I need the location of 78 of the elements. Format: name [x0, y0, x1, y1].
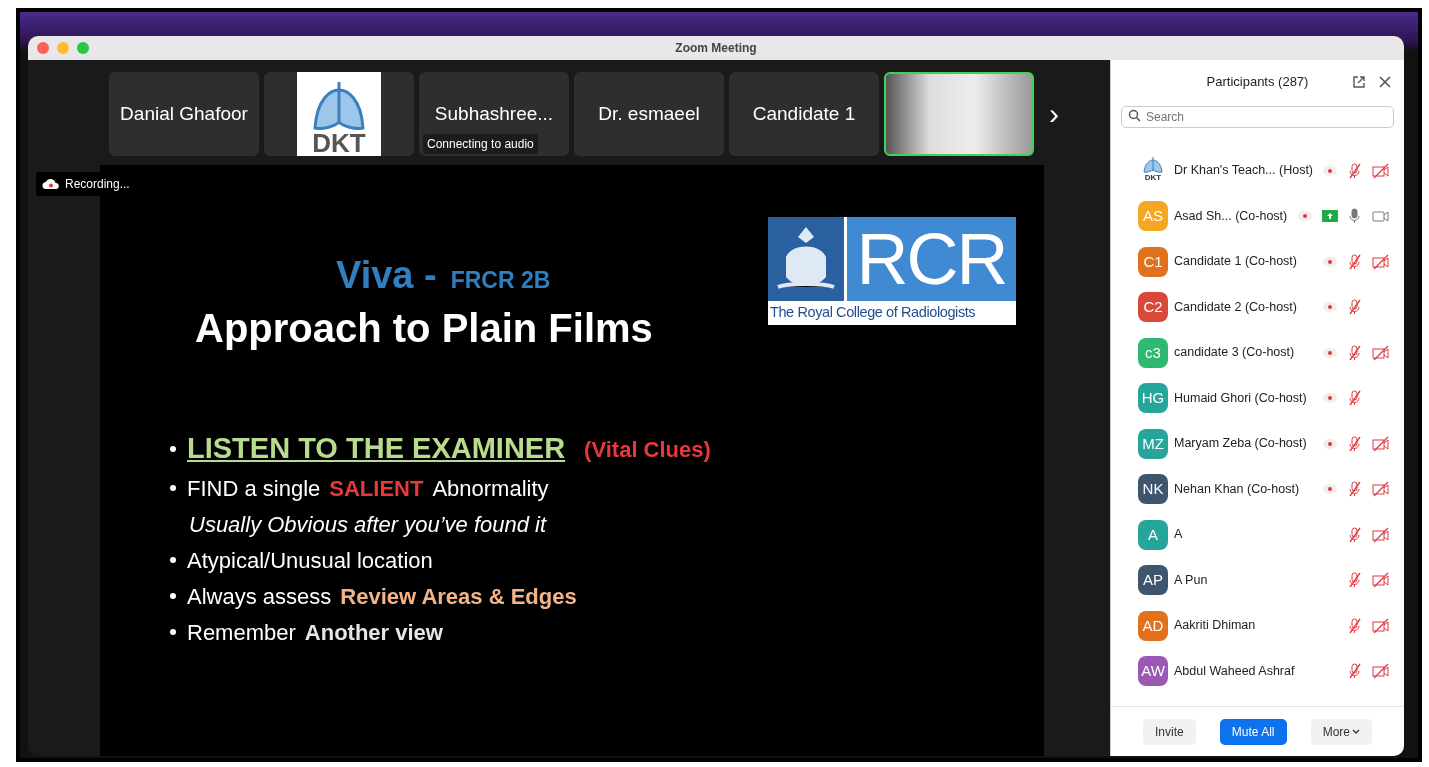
- video-placeholder[interactable]: [884, 72, 1034, 156]
- participant-tile[interactable]: Dr. esmaeel: [574, 72, 724, 156]
- window-title: Zoom Meeting: [675, 41, 757, 55]
- participant-row[interactable]: A A: [1111, 512, 1404, 558]
- participant-name: Humaid Ghori (Co-host): [1174, 389, 1308, 407]
- search-field[interactable]: Search: [1121, 106, 1394, 128]
- panel-title: Participants (287): [1206, 73, 1309, 92]
- close-icon[interactable]: [1378, 75, 1392, 89]
- audio-status: Connecting to audio: [423, 134, 538, 154]
- slide-text: Always assess: [187, 582, 332, 611]
- panel-button[interactable]: Invite: [1143, 718, 1196, 745]
- slide-text: Review Areas & Edges: [340, 582, 577, 611]
- participant-row[interactable]: C1 Candidate 1 (Co-host): [1111, 239, 1404, 285]
- participant-name: Maryam Zeba (Co-host): [1174, 435, 1308, 453]
- logo-caption: The Royal College of Radiologists: [769, 303, 977, 322]
- crest-icon: [768, 217, 844, 301]
- panel-button[interactable]: Mute All: [1219, 718, 1287, 745]
- participant-row[interactable]: AW Abdul Waheed Ashraf: [1111, 648, 1404, 694]
- avatar: AW: [1138, 656, 1168, 687]
- participant-name: Asad Sh... (Co-host): [1174, 207, 1289, 225]
- next-page-button[interactable]: ›: [1039, 99, 1069, 129]
- avatar: AS: [1138, 201, 1168, 232]
- participant-name: candidate 3 (Co-host): [1174, 344, 1296, 362]
- participant-tile[interactable]: DKT: [264, 72, 414, 156]
- avatar: c3: [1138, 337, 1168, 368]
- slide-text: SALIENT: [329, 474, 424, 503]
- participant-name: Abdul Waheed Ashraf: [1174, 662, 1296, 680]
- participant-name: Nehan Khan (Co-host): [1174, 480, 1301, 498]
- slide-heading: Approach to Plain Films: [194, 305, 653, 352]
- participant-name: Candidate 2 (Co-host): [1174, 298, 1298, 316]
- slide-text: Abnormality: [432, 474, 549, 503]
- avatar: HG: [1138, 383, 1168, 414]
- participant-row[interactable]: c3 candidate 3 (Co-host): [1111, 330, 1404, 376]
- slide-title: Viva -: [336, 253, 437, 298]
- search-icon: [1128, 109, 1141, 122]
- participant-row[interactable]: MZ Maryam Zeba (Co-host): [1111, 421, 1404, 467]
- avatar: AP: [1138, 565, 1168, 596]
- participant-name: Dr. esmaeel: [598, 101, 700, 126]
- participant-tile[interactable]: Candidate 1: [729, 72, 879, 156]
- logo-text: DKT: [1144, 173, 1162, 182]
- slide-text: Another view: [304, 618, 443, 647]
- slide-subtitle: FRCR 2B: [450, 266, 551, 295]
- recording-label: Recording...: [65, 176, 130, 193]
- logo-initials: RCR: [847, 217, 1016, 301]
- avatar: A: [1138, 519, 1168, 550]
- participant-tile[interactable]: Danial Ghafoor: [109, 72, 259, 156]
- slide-text: Usually Obvious after you’ve found it: [189, 510, 547, 539]
- participant-row[interactable]: C2 Candidate 2 (Co-host): [1111, 284, 1404, 330]
- participant-row[interactable]: AS Asad Sh... (Co-host): [1111, 193, 1404, 239]
- participant-name: A: [1174, 526, 1184, 544]
- participant-name: Danial Ghafoor: [120, 101, 248, 126]
- participant-name: Candidate 1 (Co-host): [1174, 253, 1298, 271]
- participant-row[interactable]: AP A Pun: [1111, 557, 1404, 603]
- participant-name: Dr Khan's Teach... (Host): [1174, 162, 1314, 180]
- slide-text: LISTEN TO THE EXAMINER: [187, 431, 566, 467]
- more-dropdown-button[interactable]: More: [1310, 718, 1372, 745]
- participant-row[interactable]: HG Humaid Ghori (Co-host): [1111, 375, 1404, 421]
- participant-row[interactable]: NK Nehan Khan (Co-host): [1111, 466, 1404, 512]
- lungs-icon: [1143, 155, 1163, 174]
- participant-name: Subhashree...: [434, 101, 554, 126]
- logo-text: DKT: [312, 130, 366, 156]
- popout-icon[interactable]: [1352, 75, 1366, 89]
- avatar: MZ: [1138, 428, 1168, 459]
- participant-name: Candidate 1: [752, 101, 856, 126]
- avatar: AD: [1138, 610, 1168, 641]
- participant-row[interactable]: DKT Dr Khan's Teach... (Host): [1111, 148, 1404, 194]
- avatar: C2: [1138, 292, 1168, 323]
- slide-text: Remember: [187, 618, 296, 647]
- participant-name: A Pun: [1174, 571, 1209, 589]
- participant-name: Aakriti Dhiman: [1174, 617, 1257, 635]
- slide-text: Atypical/Unusual location: [187, 546, 433, 575]
- cloud-icon: [42, 178, 60, 190]
- avatar: NK: [1138, 474, 1168, 505]
- slide-text: FIND a single: [187, 474, 321, 503]
- participant-row[interactable]: AD Aakriti Dhiman: [1111, 603, 1404, 649]
- avatar: C1: [1138, 246, 1168, 277]
- slide-text: (Vital Clues): [584, 435, 711, 464]
- participant-tile[interactable]: Subhashree... Connecting to audio: [419, 72, 569, 156]
